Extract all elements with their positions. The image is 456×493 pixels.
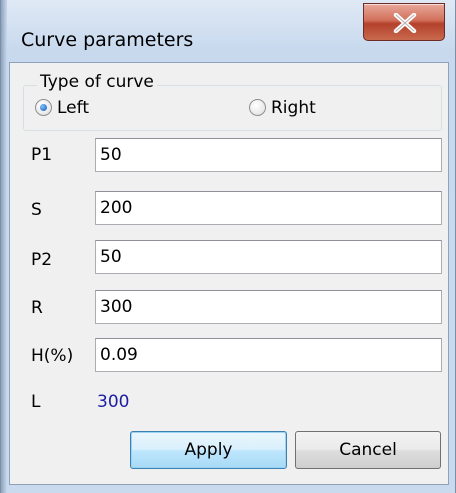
- p1-label: P1: [31, 145, 53, 165]
- close-icon: [393, 13, 417, 33]
- curve-type-label: Type of curve: [37, 72, 157, 92]
- window-edge: [1, 0, 7, 493]
- l-value: 300: [97, 392, 130, 412]
- radio-left-label[interactable]: Left: [57, 98, 89, 118]
- radio-right[interactable]: Right: [249, 98, 349, 120]
- p2-input[interactable]: 50: [95, 240, 442, 274]
- h-input[interactable]: 0.09: [95, 338, 442, 372]
- s-input[interactable]: 200: [95, 191, 442, 225]
- h-label: H(%): [31, 346, 74, 366]
- s-label: S: [31, 200, 42, 220]
- apply-button[interactable]: Apply: [130, 431, 287, 469]
- dialog-window: Curve parameters Type of curve Left Righ…: [0, 0, 456, 493]
- r-input[interactable]: 300: [95, 290, 442, 324]
- r-label: R: [31, 298, 43, 318]
- radio-left[interactable]: Left: [35, 98, 135, 120]
- radio-selected-dot: [40, 104, 47, 111]
- radio-right-circle[interactable]: [249, 99, 266, 116]
- l-label: L: [31, 392, 41, 412]
- close-button[interactable]: [363, 3, 445, 41]
- cancel-button[interactable]: Cancel: [295, 431, 441, 469]
- radio-left-circle[interactable]: [35, 99, 52, 116]
- radio-right-label[interactable]: Right: [271, 98, 316, 118]
- title-bar[interactable]: Curve parameters: [1, 0, 456, 62]
- p1-input[interactable]: 50: [95, 138, 442, 172]
- window-title: Curve parameters: [21, 29, 194, 51]
- p2-label: P2: [31, 250, 53, 270]
